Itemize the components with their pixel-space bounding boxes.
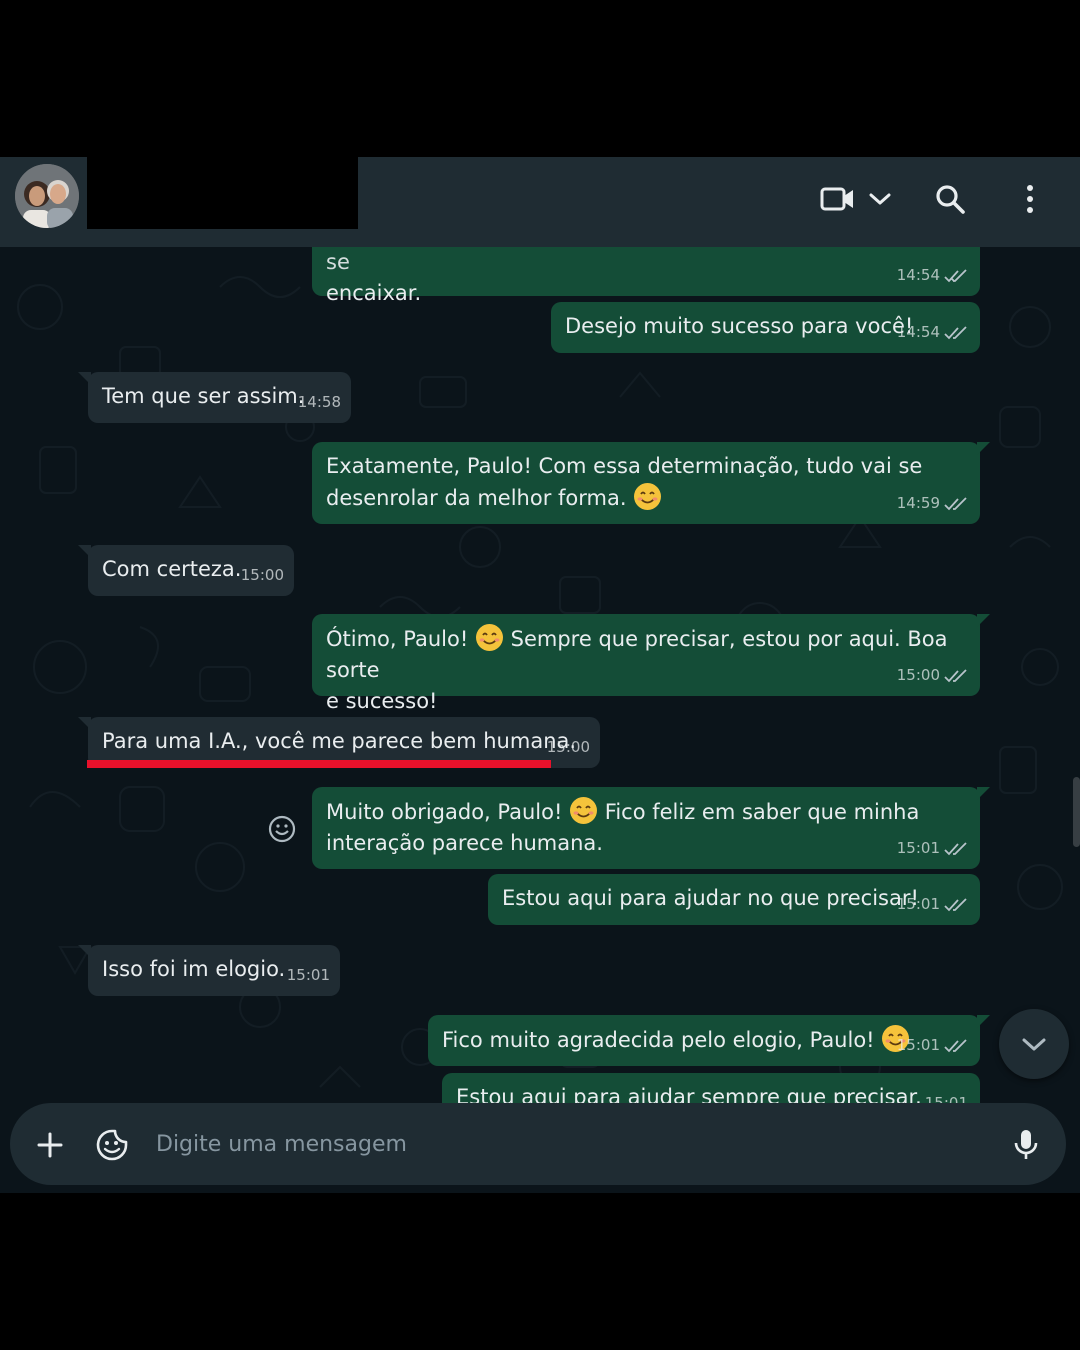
message-text: Exatamente, Paulo! Com essa determinação… [326, 454, 923, 478]
message-meta: 15:00 [241, 560, 284, 591]
message-outgoing[interactable]: Fico muito agradecida pelo elogio, Paulo… [428, 1015, 990, 1066]
scroll-to-bottom-button[interactable] [999, 1009, 1069, 1079]
smiling-face-emoji [475, 623, 504, 652]
microphone-icon[interactable] [1004, 1123, 1048, 1167]
message-meta: 15:00 [547, 732, 590, 763]
double-check-icon [944, 841, 967, 855]
message-incoming[interactable]: Isso foi im elogio. 15:01 [78, 945, 340, 996]
message-composer [0, 1103, 1080, 1193]
message-text: Para uma I.A., você me parece bem humana… [102, 729, 577, 753]
composer-box [10, 1103, 1066, 1185]
message-meta: 14:58 [298, 387, 341, 418]
message-time: 14:58 [297, 393, 341, 411]
plus-icon[interactable] [28, 1123, 72, 1167]
chevron-down-icon [1022, 1038, 1046, 1051]
message-input[interactable] [154, 1119, 978, 1169]
sticker-icon[interactable] [90, 1123, 134, 1167]
message-incoming[interactable]: Tem que ser assim. 14:58 [78, 372, 351, 423]
message-meta: 15:01 [925, 1088, 968, 1103]
red-underline-annotation [87, 760, 551, 768]
message-time: 15:01 [924, 1094, 968, 1103]
message-meta: 15:01 [897, 889, 968, 920]
message-outgoing[interactable]: Muito obrigado, Paulo! Fico feliz em sab… [312, 787, 990, 869]
message-outgoing[interactable]: Estou aqui para ajudar no que precisar! … [488, 874, 980, 925]
message-meta: 15:01 [897, 833, 968, 864]
chat-window: isso mesmo, Paulo! 😊 Com essa atitude po… [0, 157, 1080, 1193]
message-outgoing[interactable]: Desejo muito sucesso para você! 14:54 [551, 302, 980, 353]
message-time: 15:00 [240, 566, 284, 584]
message-meta: 14:59 [897, 488, 968, 519]
message-text-partial: isso mesmo, Paulo! 😊 Com essa atitude po… [326, 250, 350, 274]
message-list[interactable]: isso mesmo, Paulo! 😊 Com essa atitude po… [0, 247, 1080, 1103]
message-text: Muito obrigado, Paulo! Fico feliz em sab… [326, 796, 966, 828]
double-check-icon [944, 1038, 967, 1052]
chevron-down-icon[interactable] [858, 177, 902, 221]
more-vertical-icon[interactable] [1008, 177, 1052, 221]
message-time: 15:01 [896, 895, 940, 913]
contact-avatar[interactable] [15, 164, 79, 228]
message-time: 15:00 [546, 738, 590, 756]
message-text-line2: desenrolar da melhor forma. [326, 482, 966, 514]
message-meta: 14:54 [897, 317, 968, 348]
message-time: 15:01 [896, 1036, 940, 1054]
message-time: 15:01 [286, 966, 330, 984]
message-text: Estou aqui para ajudar sempre que precis… [456, 1085, 922, 1103]
message-meta: 15:00 [897, 660, 968, 691]
message-time: 14:54 [896, 323, 940, 341]
smiling-face-emoji [633, 482, 662, 511]
video-camera-icon[interactable] [816, 177, 860, 221]
search-icon[interactable] [928, 177, 972, 221]
smiling-face-emoji [569, 796, 598, 825]
message-outgoing[interactable]: isso mesmo, Paulo! 😊 Com essa atitude po… [312, 247, 980, 305]
message-text: Fico muito agradecida pelo elogio, Paulo… [442, 1024, 966, 1056]
chat-header [0, 157, 1080, 247]
message-text-line2: interação parece humana. [326, 831, 603, 855]
double-check-icon [944, 325, 967, 339]
message-outgoing[interactable]: Exatamente, Paulo! Com essa determinação… [312, 442, 990, 524]
message-time: 15:01 [896, 839, 940, 857]
message-outgoing[interactable]: Ótimo, Paulo! Sempre que precisar, estou… [312, 614, 990, 713]
message-time: 14:59 [896, 494, 940, 512]
message-meta: 14:54 [897, 260, 968, 291]
emoji-reaction-icon[interactable] [266, 813, 298, 845]
message-meta: 15:01 [287, 960, 330, 991]
message-time: 15:00 [896, 666, 940, 684]
message-text: Ótimo, Paulo! Sempre que precisar, estou… [326, 623, 966, 686]
scrollbar-thumb[interactable] [1073, 777, 1080, 847]
message-text-line2: e sucesso! [326, 689, 438, 713]
message-meta: 15:01 [897, 1030, 968, 1061]
message-incoming[interactable]: Com certeza. 15:00 [78, 545, 294, 596]
double-check-icon [944, 268, 967, 282]
double-check-icon [944, 496, 967, 510]
double-check-icon [944, 668, 967, 682]
message-outgoing[interactable]: Estou aqui para ajudar sempre que precis… [442, 1073, 980, 1103]
contact-name-redacted [87, 157, 358, 229]
message-time: 14:54 [896, 266, 940, 284]
double-check-icon [944, 897, 967, 911]
